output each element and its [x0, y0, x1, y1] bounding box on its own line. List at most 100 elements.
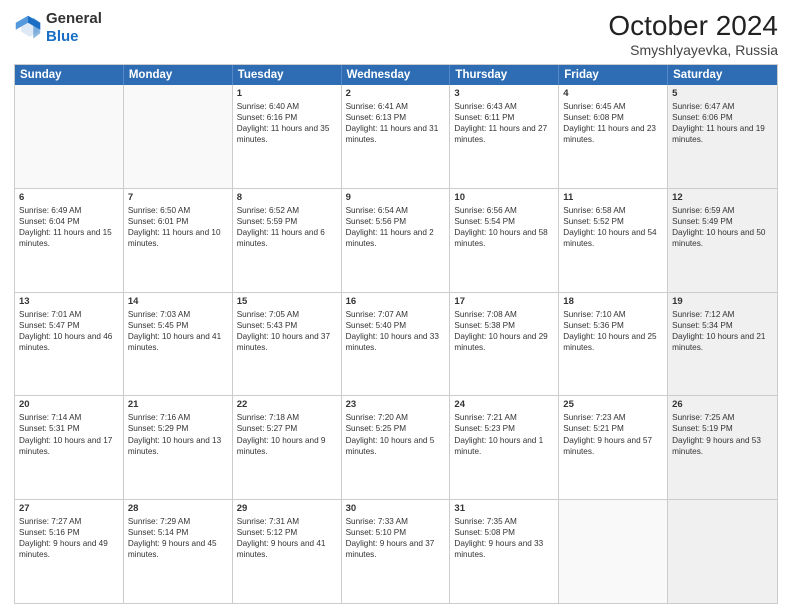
calendar-cell — [15, 85, 124, 188]
day-number: 13 — [19, 296, 119, 307]
calendar-cell: 31Sunrise: 7:35 AM Sunset: 5:08 PM Dayli… — [450, 500, 559, 603]
day-number: 8 — [237, 192, 337, 203]
day-number: 26 — [672, 399, 773, 410]
day-number: 11 — [563, 192, 663, 203]
calendar-cell: 6Sunrise: 6:49 AM Sunset: 6:04 PM Daylig… — [15, 189, 124, 292]
day-number: 22 — [237, 399, 337, 410]
day-number: 24 — [454, 399, 554, 410]
day-number: 12 — [672, 192, 773, 203]
calendar-day-header: Monday — [124, 65, 233, 85]
logo: General Blue — [14, 10, 102, 46]
calendar-cell: 26Sunrise: 7:25 AM Sunset: 5:19 PM Dayli… — [668, 396, 777, 499]
calendar-cell: 16 Sunrise: 7:07 AM Sunset: 5:40 PM Dayli… — [342, 293, 451, 396]
calendar-header: SundayMondayTuesdayWednesdayThursdayFrid… — [15, 65, 777, 85]
calendar-day-header: Thursday — [450, 65, 559, 85]
day-info: Sunrise: 6:41 AM Sunset: 6:13 PM Dayligh… — [346, 101, 446, 145]
day-number: 29 — [237, 503, 337, 514]
day-info: Sunrise: 7:21 AM Sunset: 5:23 PM Dayligh… — [454, 412, 554, 456]
calendar-cell: 8 Sunrise: 6:52 AM Sunset: 5:59 PM Daylig… — [233, 189, 342, 292]
calendar-cell — [124, 85, 233, 188]
day-number: 18 — [563, 296, 663, 307]
calendar-day-header: Friday — [559, 65, 668, 85]
calendar-cell: 18 Sunrise: 7:10 AM Sunset: 5:36 PM Dayli… — [559, 293, 668, 396]
day-info: Sunrise: 7:07 AM Sunset: 5:40 PM Dayligh… — [346, 309, 446, 353]
calendar-cell: 9 Sunrise: 6:54 AM Sunset: 5:56 PM Daylig… — [342, 189, 451, 292]
page-subtitle: Smyshlyayevka, Russia — [608, 42, 778, 58]
day-info: Sunrise: 7:23 AM Sunset: 5:21 PM Dayligh… — [563, 412, 663, 456]
day-info: Sunrise: 7:05 AM Sunset: 5:43 PM Dayligh… — [237, 309, 337, 353]
calendar-cell: 4Sunrise: 6:45 AM Sunset: 6:08 PM Daylig… — [559, 85, 668, 188]
day-number: 9 — [346, 192, 446, 203]
day-number: 16 — [346, 296, 446, 307]
day-info: Sunrise: 7:27 AM Sunset: 5:16 PM Dayligh… — [19, 516, 119, 560]
day-number: 21 — [128, 399, 228, 410]
day-info: Sunrise: 7:16 AM Sunset: 5:29 PM Dayligh… — [128, 412, 228, 456]
calendar-week-row: 20 Sunrise: 7:14 AM Sunset: 5:31 PM Dayli… — [15, 396, 777, 500]
day-number: 3 — [454, 88, 554, 99]
page-title: October 2024 — [608, 10, 778, 42]
day-number: 2 — [346, 88, 446, 99]
day-info: Sunrise: 7:01 AM Sunset: 5:47 PM Dayligh… — [19, 309, 119, 353]
logo-icon — [14, 14, 42, 42]
logo-blue: Blue — [46, 28, 79, 45]
calendar-cell: 3 Sunrise: 6:43 AM Sunset: 6:11 PM Daylig… — [450, 85, 559, 188]
day-number: 28 — [128, 503, 228, 514]
day-info: Sunrise: 6:50 AM Sunset: 6:01 PM Dayligh… — [128, 205, 228, 249]
calendar-cell: 12 Sunrise: 6:59 AM Sunset: 5:49 PM Dayli… — [668, 189, 777, 292]
day-info: Sunrise: 7:35 AM Sunset: 5:08 PM Dayligh… — [454, 516, 554, 560]
calendar-cell: 14 Sunrise: 7:03 AM Sunset: 5:45 PM Dayli… — [124, 293, 233, 396]
day-number: 20 — [19, 399, 119, 410]
calendar-cell — [559, 500, 668, 603]
header: General Blue October 2024 Smyshlyayevka,… — [14, 10, 778, 58]
day-info: Sunrise: 6:49 AM Sunset: 6:04 PM Dayligh… — [19, 205, 119, 249]
day-number: 17 — [454, 296, 554, 307]
calendar-cell: 10Sunrise: 6:56 AM Sunset: 5:54 PM Dayli… — [450, 189, 559, 292]
day-number: 25 — [563, 399, 663, 410]
day-number: 23 — [346, 399, 446, 410]
calendar-cell: 24 Sunrise: 7:21 AM Sunset: 5:23 PM Dayli… — [450, 396, 559, 499]
day-info: Sunrise: 6:58 AM Sunset: 5:52 PM Dayligh… — [563, 205, 663, 249]
day-info: Sunrise: 6:59 AM Sunset: 5:49 PM Dayligh… — [672, 205, 773, 249]
calendar-cell: 21 Sunrise: 7:16 AM Sunset: 5:29 PM Dayli… — [124, 396, 233, 499]
day-info: Sunrise: 7:10 AM Sunset: 5:36 PM Dayligh… — [563, 309, 663, 353]
day-number: 5 — [672, 88, 773, 99]
day-info: Sunrise: 7:12 AM Sunset: 5:34 PM Dayligh… — [672, 309, 773, 353]
calendar-day-header: Sunday — [15, 65, 124, 85]
day-number: 15 — [237, 296, 337, 307]
day-info: Sunrise: 6:43 AM Sunset: 6:11 PM Dayligh… — [454, 101, 554, 145]
calendar-week-row: 13 Sunrise: 7:01 AM Sunset: 5:47 PM Dayli… — [15, 293, 777, 397]
calendar-day-header: Wednesday — [342, 65, 451, 85]
calendar-cell: 20 Sunrise: 7:14 AM Sunset: 5:31 PM Dayli… — [15, 396, 124, 499]
day-info: Sunrise: 6:45 AM Sunset: 6:08 PM Dayligh… — [563, 101, 663, 145]
day-info: Sunrise: 7:33 AM Sunset: 5:10 PM Dayligh… — [346, 516, 446, 560]
page: General Blue October 2024 Smyshlyayevka,… — [0, 0, 792, 612]
day-number: 1 — [237, 88, 337, 99]
calendar-cell: 5 Sunrise: 6:47 AM Sunset: 6:06 PM Daylig… — [668, 85, 777, 188]
calendar-cell: 25 Sunrise: 7:23 AM Sunset: 5:21 PM Dayli… — [559, 396, 668, 499]
logo-text: General Blue — [46, 10, 102, 46]
day-info: Sunrise: 6:47 AM Sunset: 6:06 PM Dayligh… — [672, 101, 773, 145]
calendar-cell: 13 Sunrise: 7:01 AM Sunset: 5:47 PM Dayli… — [15, 293, 124, 396]
day-number: 10 — [454, 192, 554, 203]
logo-general: General — [46, 10, 102, 27]
day-info: Sunrise: 6:52 AM Sunset: 5:59 PM Dayligh… — [237, 205, 337, 249]
calendar-cell: 28Sunrise: 7:29 AM Sunset: 5:14 PM Dayli… — [124, 500, 233, 603]
calendar-cell: 23 Sunrise: 7:20 AM Sunset: 5:25 PM Dayli… — [342, 396, 451, 499]
day-info: Sunrise: 6:54 AM Sunset: 5:56 PM Dayligh… — [346, 205, 446, 249]
calendar-cell: 15 Sunrise: 7:05 AM Sunset: 5:43 PM Dayli… — [233, 293, 342, 396]
calendar-day-header: Saturday — [668, 65, 777, 85]
calendar-day-header: Tuesday — [233, 65, 342, 85]
day-info: Sunrise: 7:31 AM Sunset: 5:12 PM Dayligh… — [237, 516, 337, 560]
title-block: October 2024 Smyshlyayevka, Russia — [608, 10, 778, 58]
day-info: Sunrise: 7:03 AM Sunset: 5:45 PM Dayligh… — [128, 309, 228, 353]
calendar-cell: 7Sunrise: 6:50 AM Sunset: 6:01 PM Daylig… — [124, 189, 233, 292]
day-info: Sunrise: 7:08 AM Sunset: 5:38 PM Dayligh… — [454, 309, 554, 353]
calendar-cell: 19Sunrise: 7:12 AM Sunset: 5:34 PM Dayli… — [668, 293, 777, 396]
day-info: Sunrise: 7:20 AM Sunset: 5:25 PM Dayligh… — [346, 412, 446, 456]
calendar-week-row: 1Sunrise: 6:40 AM Sunset: 6:16 PM Daylig… — [15, 85, 777, 189]
day-info: Sunrise: 7:18 AM Sunset: 5:27 PM Dayligh… — [237, 412, 337, 456]
day-info: Sunrise: 7:14 AM Sunset: 5:31 PM Dayligh… — [19, 412, 119, 456]
day-number: 14 — [128, 296, 228, 307]
calendar-cell: 2 Sunrise: 6:41 AM Sunset: 6:13 PM Daylig… — [342, 85, 451, 188]
calendar-cell: 11 Sunrise: 6:58 AM Sunset: 5:52 PM Dayli… — [559, 189, 668, 292]
